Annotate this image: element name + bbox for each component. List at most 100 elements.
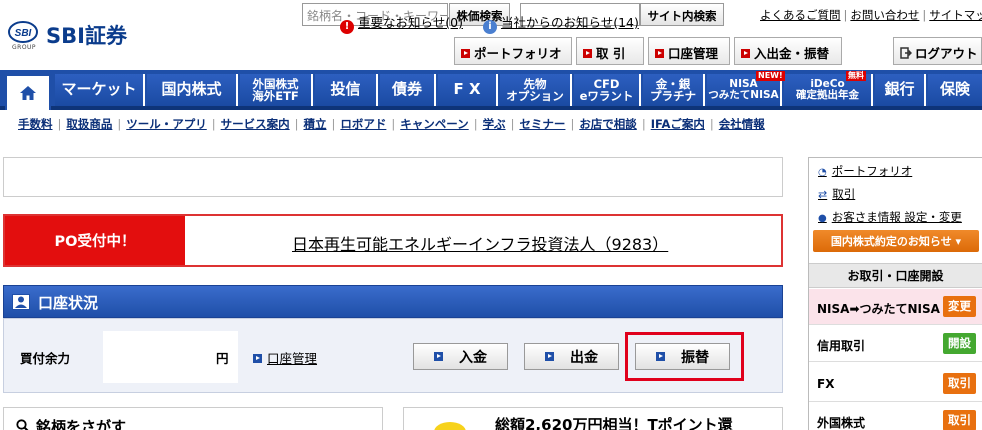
sitemap-link[interactable]: サイトマップ [929,8,982,22]
nav-futures-options[interactable]: 先物 オプション [500,74,572,106]
new-badge: NEW! [756,71,785,81]
sidebar-row-foreign-stocks: 外国株式 取引 [809,403,982,430]
global-nav: マーケット 国内株式 外国株式 海外ETF 投信 債券 F X 先物 オプション… [0,70,982,110]
subnav-separator: | [570,117,575,131]
subnav-seminar[interactable]: セミナー [519,117,565,131]
account-status-title: 口座状況 [38,294,99,312]
logout-icon [900,47,913,59]
info-icon: i [482,20,497,34]
subnav-store-consult[interactable]: お店で相談 [579,117,637,131]
nav-insurance[interactable]: 保険 [928,74,982,106]
stock-finder-title: 銘柄をさがす [16,416,126,430]
account-manage-button-label: 口座管理 [668,46,719,61]
nav-fx[interactable]: F X [438,74,498,106]
subnav-separator: | [57,117,62,131]
sidebar-row-label: 外国株式 [817,416,866,430]
logo-group-text: GROUP [12,44,37,51]
sub-nav: 手数料 | 取扱商品 | ツール・アプリ | サービス案内 | 積立 | ロボアド | キャンペーン | 学… [18,116,765,132]
logo-mark-text: SBI [15,28,32,39]
sidebar-row-nisa: NISA➡つみたてNISA 変更 [809,289,982,325]
nav-domestic-stocks[interactable]: 国内株式 [147,74,238,106]
sidebar-customer-info-link[interactable]: ● お客さま情報 設定・変更 [818,209,962,225]
promo-text[interactable]: 総額2,620万円相当！Tポイント還 [495,414,733,430]
account-manage-link-label: 口座管理 [267,351,318,366]
subnav-separator: | [391,117,396,131]
nav-gold-silver[interactable]: 金・銀 プラチナ [643,74,705,106]
execution-notice-button[interactable]: 国内株式約定のお知らせ ▾ [813,230,979,252]
subnav-roboad[interactable]: ロボアド [340,117,386,131]
sbi-logo[interactable]: SBI GROUP SBI証券 [8,20,168,52]
account-manage-link[interactable]: 口座管理 [253,348,317,367]
free-badge: 無料 [846,71,866,81]
notice-box [3,157,783,197]
nav-foreign-stocks[interactable]: 外国株式 海外ETF [240,74,313,106]
header-links: よくあるご質問|お問い合わせ|サイトマップ [760,7,982,23]
nav-market[interactable]: マーケット [55,74,145,106]
fx-trade-button[interactable]: 取引 [943,373,976,394]
subnav-fees[interactable]: 手数料 [18,117,53,131]
arrow-icon [583,49,592,58]
nav-home[interactable] [5,74,51,110]
subnav-products[interactable]: 取扱商品 [66,117,112,131]
yen-unit: 円 [216,351,229,366]
important-notice-link[interactable]: 重要なお知らせ(0) [358,15,463,30]
portfolio-button[interactable]: ポートフォリオ [454,37,572,65]
header-link-separator: | [843,8,848,22]
trade-button-label: 取 引 [596,46,626,61]
subnav-ifa[interactable]: IFAご案内 [651,117,705,131]
search-icon [16,419,29,430]
subnav-savings[interactable]: 積立 [304,117,327,131]
account-status-header: 口座状況 [3,285,783,318]
arrow-icon [461,49,470,58]
nisa-change-button[interactable]: 変更 [943,296,976,317]
nav-bank[interactable]: 銀行 [875,74,926,106]
subnav-tools[interactable]: ツール・アプリ [126,117,207,131]
portfolio-button-label: ポートフォリオ [474,46,562,61]
arrow-icon [253,354,262,363]
faq-link[interactable]: よくあるご質問 [760,8,841,22]
person-icon [12,294,30,310]
withdraw-button[interactable]: 出金 [524,343,619,370]
contact-link[interactable]: お問い合わせ [850,8,919,22]
exchange-icon: ⇄ [818,188,828,201]
nav-cfd-ewarrant[interactable]: CFD eワラント [574,74,641,106]
po-banner: PO受付中！ 日本再生可能エネルギーインフラ投資法人（9283） [3,214,783,267]
stock-finder-title-text: 銘柄をさがす [36,418,127,430]
company-notice-link[interactable]: 当社からのお知らせ(14) [501,15,639,30]
nav-investment-trusts[interactable]: 投信 [315,74,378,106]
subnav-company[interactable]: 会社情報 [719,117,765,131]
nav-bonds[interactable]: 債券 [380,74,436,106]
sbi-logo-mark: SBI [8,21,38,43]
sidebar-row-fx: FX 取引 [809,366,982,402]
margin-open-button[interactable]: 開設 [943,333,976,354]
withdraw-label: 出金 [570,349,598,366]
deposit-transfer-button[interactable]: 入出金・振替 [734,37,842,65]
po-link[interactable]: 日本再生可能エネルギーインフラ投資法人（9283） [292,231,668,255]
sidebar-portfolio-link[interactable]: ◔ ポートフォリオ [818,163,912,179]
user-icon: ● [818,213,827,224]
buying-power-label: 買付余力 [20,351,71,366]
sidebar-row-label: FX [817,377,835,391]
promo-coin-icon [434,422,466,430]
subnav-services[interactable]: サービス案内 [221,117,290,131]
header-link-separator: | [922,8,927,22]
po-label: PO受付中！ [5,216,185,265]
arrow-icon [655,49,664,58]
subnav-separator: | [211,117,216,131]
trade-button[interactable]: 取 引 [576,37,644,65]
subnav-learn[interactable]: 学ぶ [483,117,506,131]
arrow-icon [741,49,750,58]
subnav-separator: | [331,117,336,131]
sidebar-trade-link[interactable]: ⇄ 取引 [818,186,855,202]
subnav-separator: | [641,117,646,131]
sidebar-portfolio-label: ポートフォリオ [831,164,913,178]
deposit-button[interactable]: 入金 [413,343,508,370]
subnav-campaign[interactable]: キャンペーン [400,117,468,131]
logout-button[interactable]: ログアウト [893,37,982,65]
account-manage-button[interactable]: 口座管理 [648,37,730,65]
foreign-stocks-trade-button[interactable]: 取引 [943,410,976,430]
subnav-separator: | [709,117,714,131]
subnav-separator: | [294,117,299,131]
site-search-button[interactable]: サイト内検索 [640,3,724,26]
sidebar-row-margin: 信用取引 開設 [809,326,982,362]
